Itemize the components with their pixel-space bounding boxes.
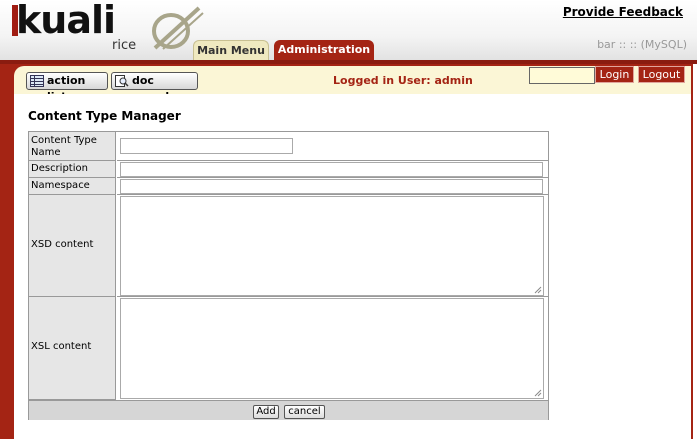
database-info: bar :: :: (MySQL) — [597, 38, 687, 51]
description-label: Description — [29, 161, 116, 178]
namespace-label: Namespace — [29, 178, 116, 195]
form-actions: Add cancel — [29, 400, 548, 420]
cancel-button[interactable]: cancel — [284, 405, 325, 419]
xsl-content-textarea[interactable] — [120, 298, 544, 399]
namespace-input[interactable] — [120, 179, 543, 194]
content-type-form: Content Type Name Description Namespace … — [28, 131, 549, 420]
page-title: Content Type Manager — [28, 109, 181, 123]
backdoor-user-input[interactable] — [529, 67, 595, 84]
doc-search-icon — [115, 75, 129, 87]
add-button[interactable]: Add — [253, 405, 279, 419]
action-list-icon — [30, 75, 44, 87]
xsd-content-textarea[interactable] — [120, 196, 544, 296]
resize-grip-icon — [534, 286, 542, 294]
login-button[interactable]: Login — [595, 66, 634, 83]
tab-administration[interactable]: Administration — [274, 40, 374, 60]
kuali-logo: kuali rice — [6, 0, 204, 54]
logo-text: kuali — [16, 0, 116, 42]
logged-in-user: Logged in User: admin — [333, 74, 473, 87]
provide-feedback-link[interactable]: Provide Feedback — [563, 5, 683, 19]
content-type-name-label: Content Type Name — [29, 132, 116, 161]
content-type-name-input[interactable] — [120, 138, 293, 154]
xsl-content-label: XSL content — [29, 297, 116, 400]
logout-button[interactable]: Logout — [638, 66, 685, 83]
header-bar: kuali rice Provide Feedback bar :: :: (M… — [0, 0, 697, 61]
tab-main-menu[interactable]: Main Menu — [193, 40, 269, 61]
band-shadow — [0, 60, 697, 64]
description-input[interactable] — [120, 162, 543, 177]
doc-search-button[interactable]: doc search — [111, 72, 198, 103]
xsd-content-label: XSD content — [29, 195, 116, 297]
logo-subtitle: rice — [112, 38, 137, 53]
action-list-button[interactable]: action list — [26, 72, 108, 103]
resize-grip-icon — [534, 389, 542, 397]
